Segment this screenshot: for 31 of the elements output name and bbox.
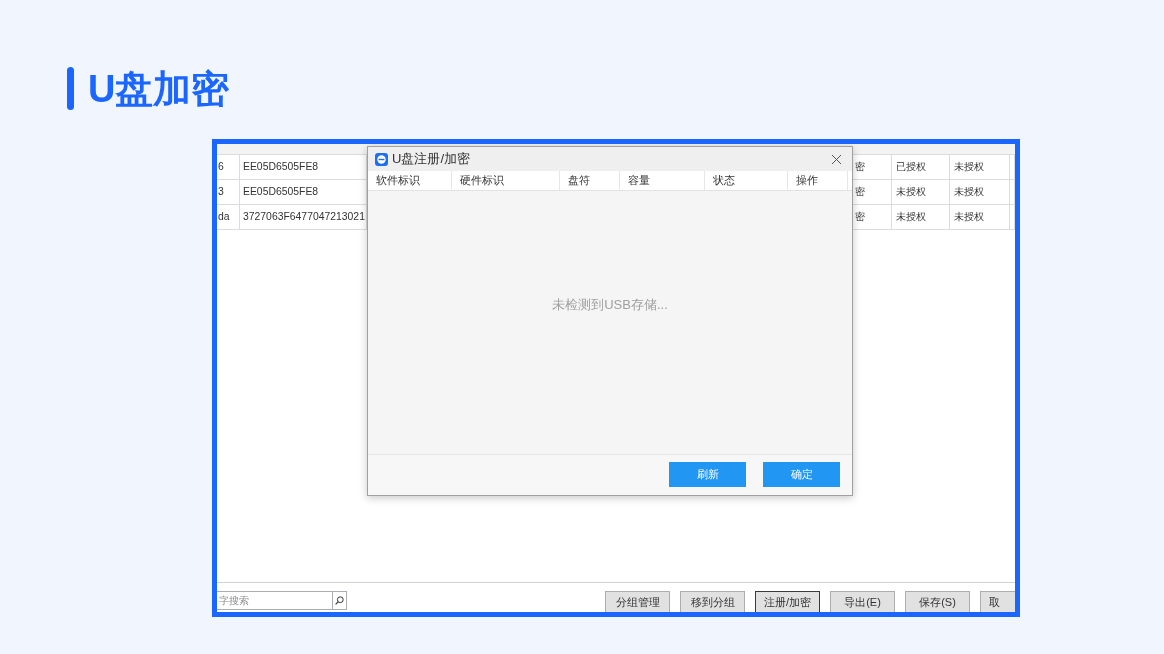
search-icon: [335, 596, 344, 605]
table-cell: 未授权: [892, 180, 950, 205]
table-cell: 未授权: [892, 205, 950, 230]
column-header: 操作: [788, 171, 848, 190]
dialog-title: U盘注册/加密: [392, 150, 470, 169]
column-header: 硬件标识: [452, 171, 560, 190]
toolbar-button[interactable]: 保存(S): [905, 591, 970, 612]
app-logo-icon: [375, 152, 388, 166]
column-header: 软件标识: [368, 171, 452, 190]
table-cell: 6: [217, 155, 240, 180]
column-header: 容量: [620, 171, 705, 190]
empty-message: 未检测到USB存储...: [552, 296, 668, 314]
toolbar-button[interactable]: 移到分组: [680, 591, 745, 612]
search-button[interactable]: [333, 591, 347, 610]
close-button[interactable]: [831, 153, 842, 165]
table-cell: da: [217, 205, 240, 230]
column-header: 状态: [705, 171, 788, 190]
column-header: 盘符: [560, 171, 620, 190]
toolbar-button[interactable]: 注册/加密: [755, 591, 820, 612]
toolbar-button[interactable]: 取: [980, 591, 1015, 612]
table-cell: 已授权: [892, 155, 950, 180]
table-cell: 未授权: [950, 205, 1010, 230]
toolbar-button[interactable]: 导出(E): [830, 591, 895, 612]
close-icon: [831, 153, 842, 165]
slide-title: U盘加密: [88, 69, 230, 108]
table-cell: 3: [217, 180, 240, 205]
table-cell: 未授权: [950, 180, 1010, 205]
table-cell: 未授权: [950, 155, 1010, 180]
search-field[interactable]: 字搜索: [217, 591, 333, 610]
title-marker-icon: [67, 67, 74, 110]
toolbar-button[interactable]: 分组管理: [605, 591, 670, 612]
